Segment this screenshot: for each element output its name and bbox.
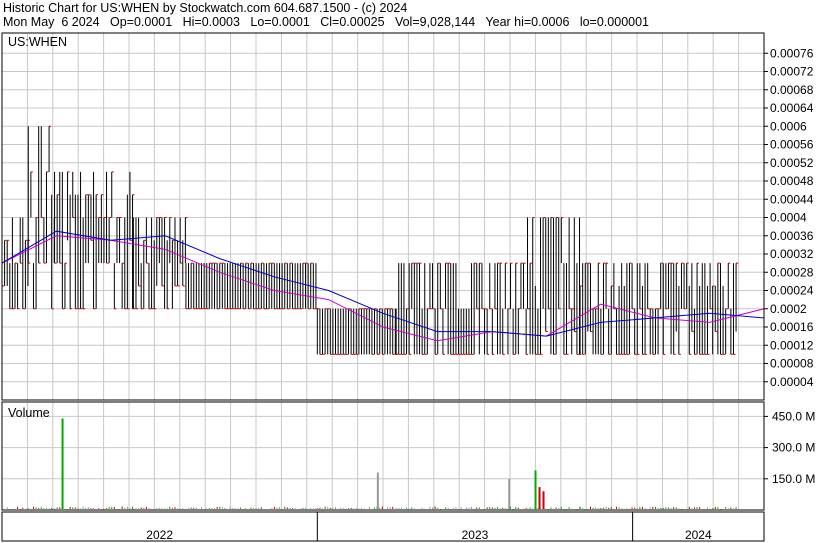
price-tick-label: 0.00024 — [770, 284, 814, 298]
year-label: 2024 — [685, 528, 712, 542]
volume-grid — [1, 402, 765, 510]
volume-bars — [1, 418, 737, 510]
price-axis-labels: 0.00004 0.00008 0.00012 0.00016 0.0002 0.0002… — [764, 46, 814, 389]
header-line-2: Mon May 6 2024 Op=0.0001 Hi=0.0003 Lo=0.… — [3, 15, 649, 29]
price-tick-label: 0.0006 — [770, 119, 807, 133]
price-tick-label: 0.00036 — [770, 229, 814, 243]
price-panel-title: US:WHEN — [8, 35, 67, 49]
year-label: 2023 — [462, 528, 489, 542]
volume-panel-title: Volume — [8, 406, 50, 420]
price-tick-label: 0.00016 — [770, 320, 814, 334]
price-tick-label: 0.00052 — [770, 156, 814, 170]
price-tick-label: 0.0002 — [770, 302, 807, 316]
stock-chart: 0.00004 0.00008 0.00012 0.00016 0.0002 0.0002… — [1, 32, 815, 542]
price-tick-label: 0.00064 — [770, 101, 814, 115]
volume-tick-label: 150.0 M — [772, 472, 815, 486]
price-tick-label: 0.00032 — [770, 247, 814, 261]
header-line-1: Historic Chart for US:WHEN by Stockwatch… — [3, 1, 408, 15]
year-label: 2022 — [146, 528, 173, 542]
price-tick-label: 0.00012 — [770, 338, 814, 352]
volume-axis-labels: 150.0 M 300.0 M 450.0 M — [764, 409, 815, 486]
price-tick-label: 0.00068 — [770, 83, 814, 97]
price-tick-label: 0.00028 — [770, 265, 814, 279]
price-tick-label: 0.00056 — [770, 138, 814, 152]
volume-tick-label: 300.0 M — [772, 441, 815, 455]
price-grid — [1, 33, 765, 400]
price-tick-label: 0.00008 — [770, 357, 814, 371]
price-tick-label: 0.00076 — [770, 46, 814, 60]
price-tick-label: 0.00048 — [770, 174, 814, 188]
price-tick-label: 0.00004 — [770, 375, 814, 389]
date-axis-frame — [1, 511, 765, 542]
price-tick-label: 0.00072 — [770, 65, 814, 79]
date-axis: 2022 2023 2024 — [146, 512, 712, 542]
price-tick-label: 0.00044 — [770, 192, 814, 206]
price-tick-label: 0.0004 — [770, 211, 807, 225]
volume-tick-label: 450.0 M — [772, 409, 815, 423]
